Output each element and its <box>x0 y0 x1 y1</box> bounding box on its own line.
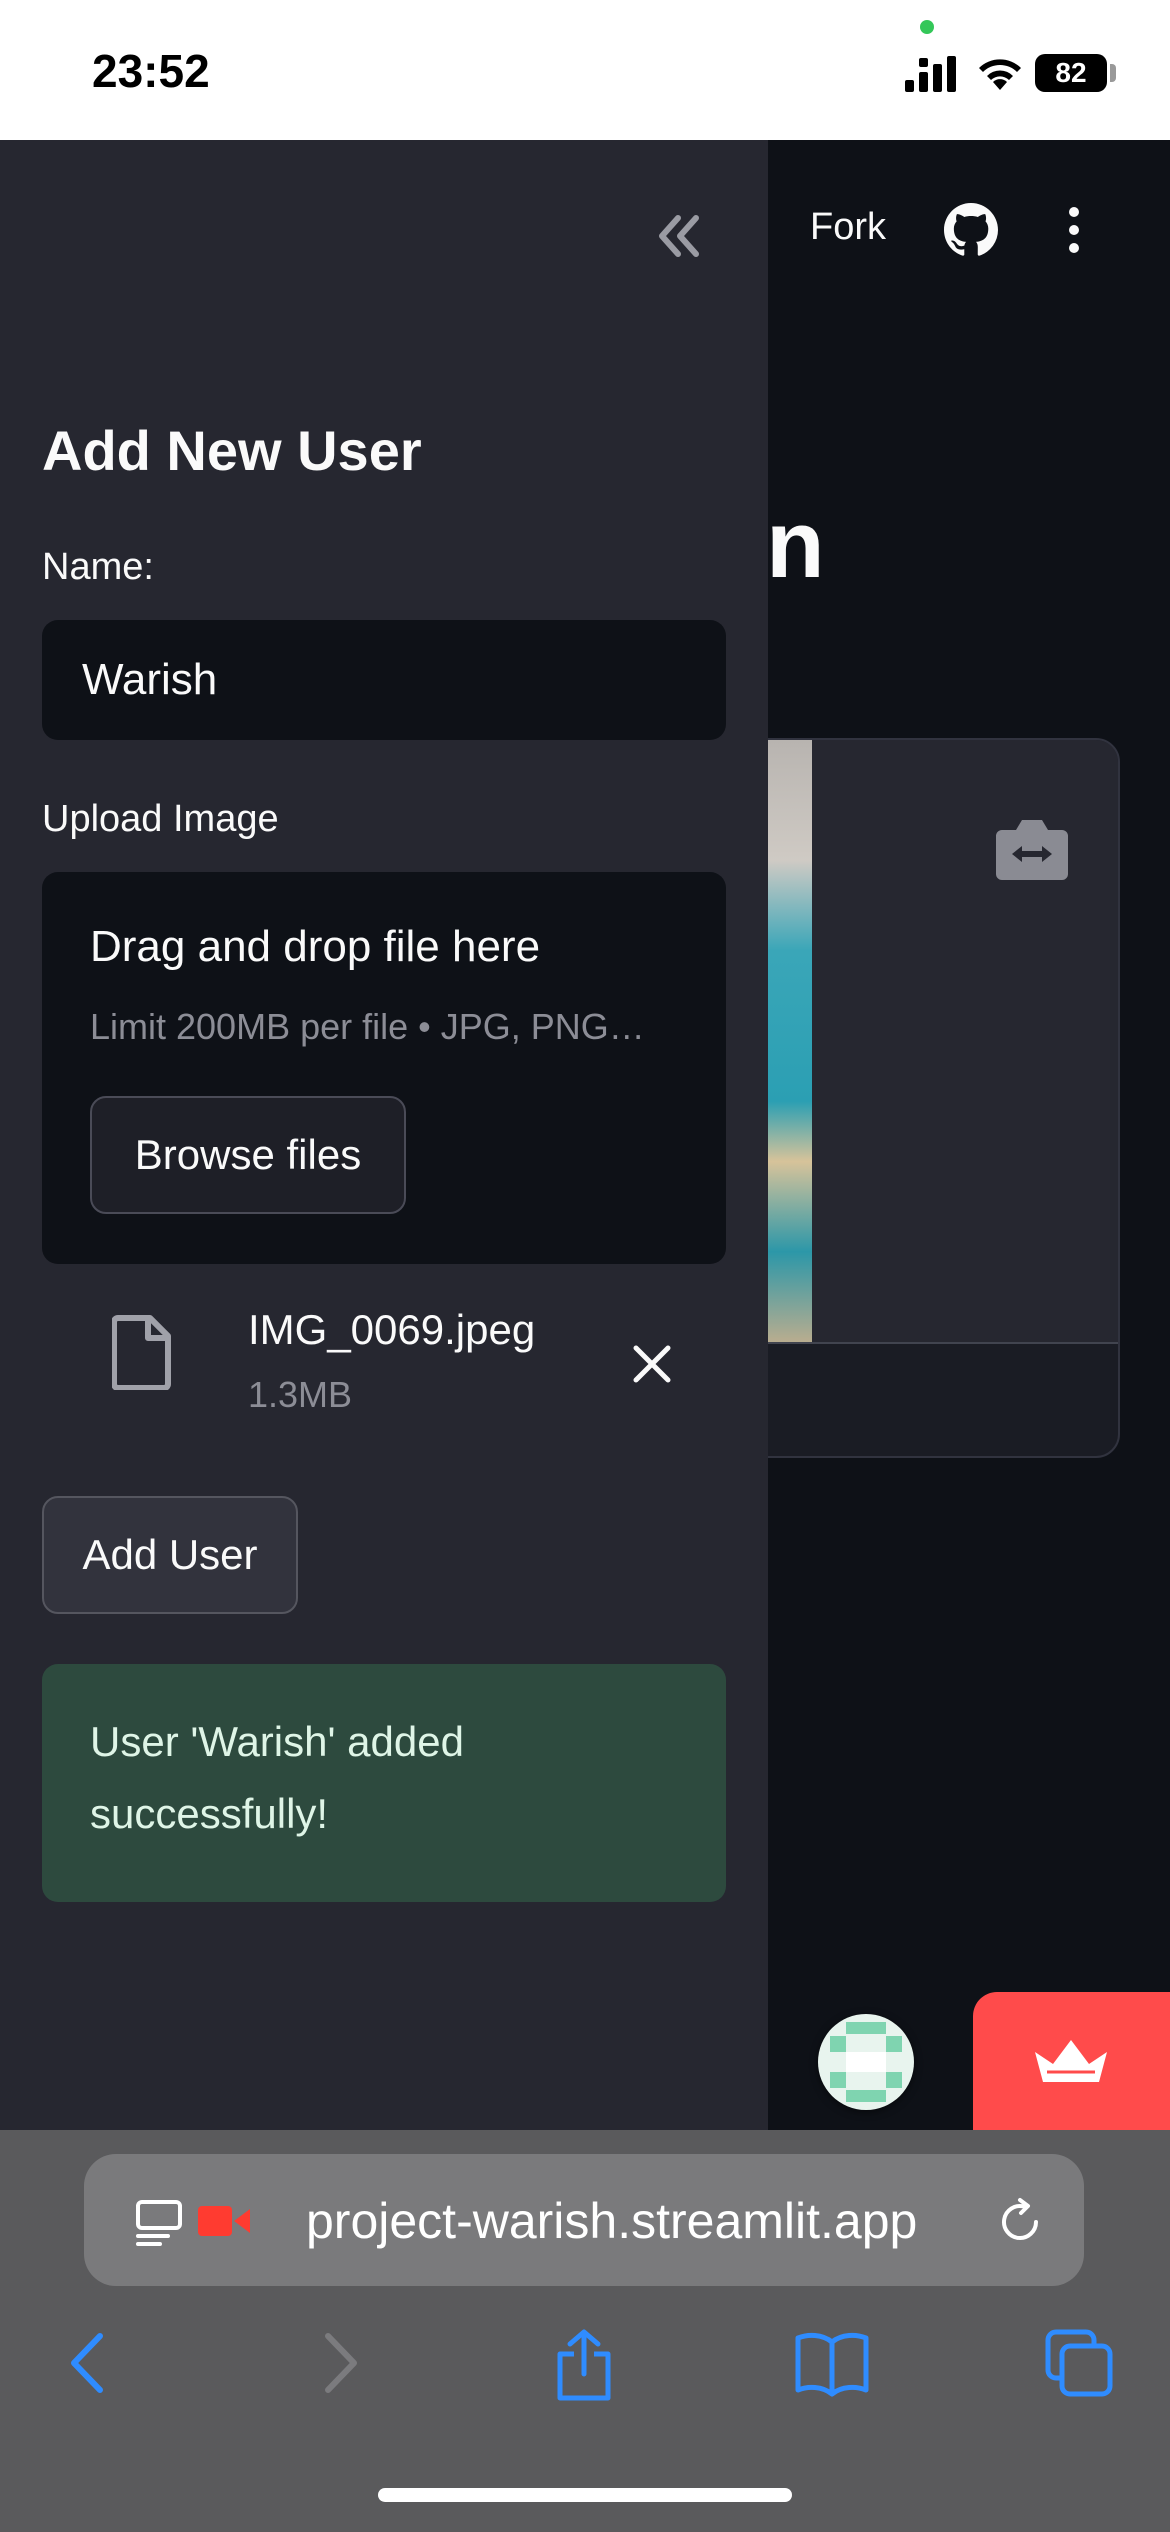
bookmarks-icon[interactable] <box>794 2328 870 2398</box>
dropzone-title: Drag and drop file here <box>90 922 541 971</box>
page-title-fragment: n <box>766 491 825 598</box>
address-bar[interactable]: project-warish.streamlit.app <box>84 2154 1084 2286</box>
avatar-pattern-icon <box>830 2022 902 2102</box>
browser-toolbar: project-warish.streamlit.app <box>0 2130 1170 2532</box>
camera-preview <box>742 740 1118 1342</box>
file-size: 1.3MB <box>248 1374 353 1415</box>
success-alert: User 'Warish' added successfully! <box>42 1664 726 1902</box>
share-icon[interactable] <box>552 2328 616 2402</box>
sidebar-title: Add New User <box>42 419 422 482</box>
name-label: Name: <box>42 546 154 588</box>
dropzone-hint: Limit 200MB per file • JPG, PNG… <box>90 1006 645 1047</box>
add-user-button[interactable]: Add User <box>42 1496 298 1614</box>
battery-cap <box>1110 64 1116 82</box>
remove-file-icon[interactable] <box>622 1334 682 1394</box>
success-message: User 'Warish' added successfully! <box>90 1718 464 1837</box>
browse-files-button[interactable]: Browse files <box>90 1096 406 1214</box>
user-avatar[interactable] <box>818 2014 914 2110</box>
tabs-icon[interactable] <box>1044 2328 1114 2398</box>
back-icon[interactable] <box>62 2328 112 2398</box>
mic-indicator-dot <box>920 20 934 34</box>
sidebar: Add New User Name: Upload Image Drag and… <box>0 140 768 2130</box>
reader-mode-icon[interactable] <box>134 2198 184 2248</box>
streamlit-crown-icon <box>1035 2040 1107 2082</box>
reload-icon[interactable] <box>994 2196 1046 2248</box>
forward-icon[interactable] <box>316 2328 366 2398</box>
camera-divider <box>742 1342 1118 1344</box>
github-icon[interactable] <box>944 203 998 257</box>
battery-indicator: 82 <box>1035 54 1107 92</box>
screen-recording-icon <box>198 2206 250 2236</box>
status-time: 23:52 <box>92 45 210 97</box>
streamlit-hosted-badge[interactable] <box>973 1992 1170 2130</box>
fork-link[interactable]: Fork <box>810 206 886 249</box>
name-input[interactable] <box>42 620 726 740</box>
battery-level: 82 <box>1055 57 1087 88</box>
more-options-icon[interactable] <box>1060 205 1088 255</box>
wifi-icon <box>979 59 1021 90</box>
switch-camera-icon[interactable] <box>994 816 1070 882</box>
file-icon <box>112 1315 171 1390</box>
uploaded-file-row: IMG_0069.jpeg 1.3MB <box>42 1290 726 1440</box>
cellular-signal-icon <box>905 56 956 92</box>
status-bar: 23:52 82 <box>0 0 1170 140</box>
collapse-sidebar-icon[interactable] <box>650 206 710 266</box>
file-dropzone[interactable]: Drag and drop file here Limit 200MB per … <box>42 872 726 1264</box>
file-name: IMG_0069.jpeg <box>248 1306 536 1353</box>
home-indicator[interactable] <box>378 2488 792 2502</box>
url-text: project-warish.streamlit.app <box>306 2193 918 2249</box>
upload-image-label: Upload Image <box>42 798 279 840</box>
camera-input-card <box>740 738 1120 1458</box>
